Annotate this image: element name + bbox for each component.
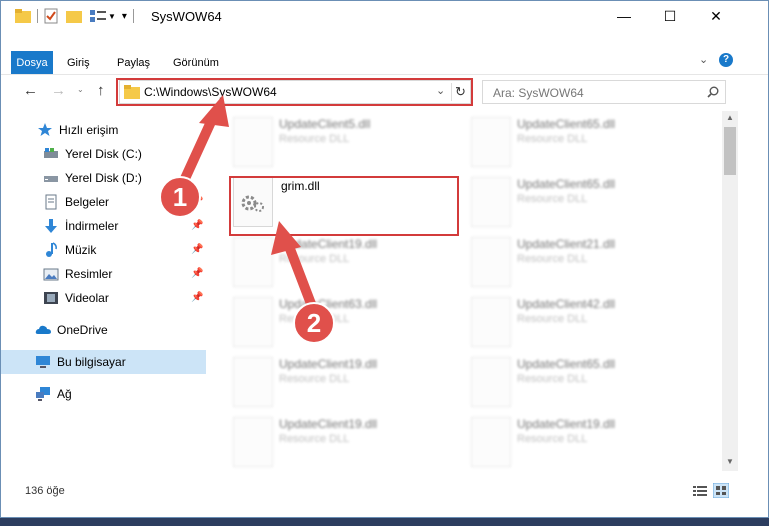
arrow-2 <box>282 236 318 314</box>
annotation-layer <box>159 95 335 344</box>
arrow-2-head <box>271 221 301 255</box>
status-bar: 136 öğe <box>1 479 768 505</box>
details-view-icon[interactable] <box>693 485 707 497</box>
step-2-label: 2 <box>306 308 322 338</box>
step-1-label: 1 <box>172 182 188 212</box>
desktop-background <box>0 518 769 526</box>
large-icons-view-icon[interactable] <box>713 483 729 498</box>
arrow-1-head <box>199 95 229 127</box>
item-count: 136 öğe <box>25 485 65 497</box>
explorer-window: ▼ ▾ SysWOW64 — ☐ ✕ Dosya Giriş Paylaş Gö… <box>0 0 769 518</box>
